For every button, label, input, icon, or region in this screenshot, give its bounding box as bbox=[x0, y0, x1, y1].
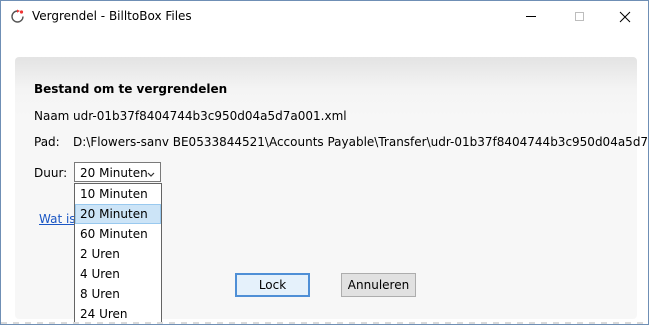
section-heading: Bestand om te vergrendelen bbox=[34, 82, 228, 96]
duur-selected-value: 20 Minuten bbox=[80, 166, 148, 180]
minimize-icon bbox=[526, 16, 536, 17]
app-refresh-icon bbox=[10, 9, 25, 24]
naam-label: Naam bbox=[34, 109, 70, 123]
title-bar[interactable]: Vergrendel - BilltoBox Files bbox=[1, 1, 648, 32]
duur-select[interactable]: 20 Minuten bbox=[74, 162, 161, 182]
close-button[interactable] bbox=[602, 1, 648, 32]
window-title: Vergrendel - BilltoBox Files bbox=[32, 9, 192, 23]
dropdown-option[interactable]: 24 Uren bbox=[75, 304, 161, 324]
pad-label: Pad: bbox=[34, 135, 60, 149]
minimize-button[interactable] bbox=[508, 1, 554, 32]
help-link[interactable]: Wat is bbox=[39, 212, 75, 226]
duur-dropdown-list: 10 Minuten 20 Minuten 60 Minuten 2 Uren … bbox=[74, 183, 162, 324]
maximize-button bbox=[556, 1, 602, 32]
dropdown-option[interactable]: 8 Uren bbox=[75, 284, 161, 304]
duur-label: Duur: bbox=[34, 166, 68, 180]
dropdown-option-selected[interactable]: 20 Minuten bbox=[75, 204, 161, 224]
lock-button[interactable]: Lock bbox=[235, 273, 310, 297]
pad-value: D:\Flowers-sanv BE0533844521\Accounts Pa… bbox=[73, 135, 649, 149]
dropdown-option[interactable]: 60 Minuten bbox=[75, 224, 161, 244]
bottom-border bbox=[1, 322, 648, 324]
dialog-window: Vergrendel - BilltoBox Files Bestand om … bbox=[0, 0, 649, 325]
dropdown-option[interactable]: 4 Uren bbox=[75, 264, 161, 284]
cancel-button[interactable]: Annuleren bbox=[341, 273, 416, 297]
maximize-icon bbox=[574, 12, 584, 21]
naam-value: udr-01b37f8404744b3c950d04a5d7a001.xml bbox=[73, 109, 347, 123]
dropdown-option[interactable]: 10 Minuten bbox=[75, 184, 161, 204]
dropdown-option[interactable]: 2 Uren bbox=[75, 244, 161, 264]
close-icon bbox=[619, 11, 631, 23]
chevron-down-icon bbox=[146, 168, 156, 177]
